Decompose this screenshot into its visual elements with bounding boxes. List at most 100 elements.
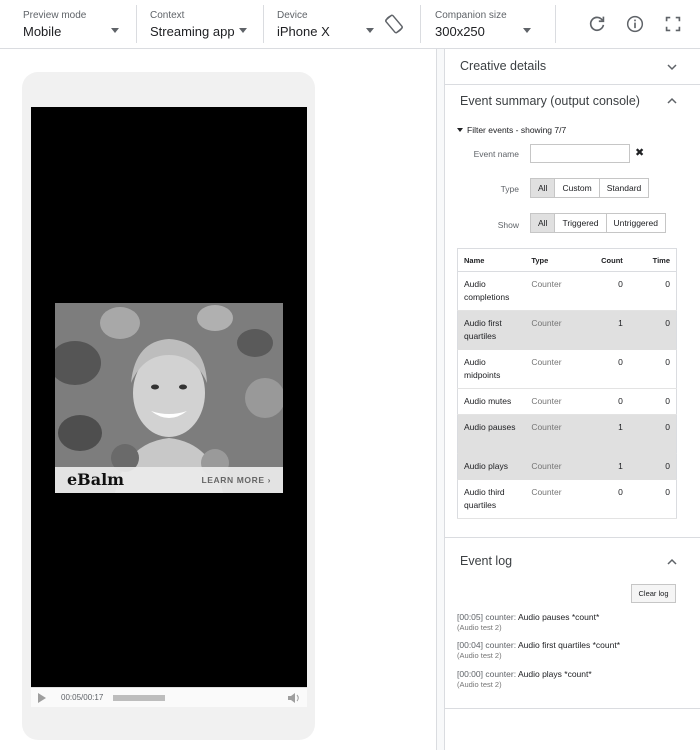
event-type-cell: Counter — [525, 453, 578, 480]
event-type-cell: Counter — [525, 388, 578, 415]
event-name-cell: Audio pauses — [457, 414, 526, 454]
event-name-cell: Audio first quartiles — [457, 310, 526, 350]
table-row[interactable]: Audio midpoints Counter 0 0 — [457, 349, 677, 389]
refresh-icon[interactable] — [586, 13, 608, 35]
event-summary-title[interactable]: Event summary (output console) — [460, 94, 640, 108]
log-entry: [00:05] counter: Audio pauses *count* (A… — [457, 612, 599, 632]
event-type-cell: Counter — [525, 310, 578, 350]
player-progress-bar[interactable] — [113, 695, 165, 701]
event-type-cell: Counter — [525, 349, 578, 389]
type-filter-label: Type — [500, 184, 519, 194]
log-entry-meta: [00:04] counter: — [457, 640, 518, 650]
table-row[interactable]: Audio pauses Counter 1 0 — [457, 414, 677, 454]
volume-icon[interactable] — [287, 692, 301, 704]
show-filter-triggered[interactable]: Triggered — [554, 214, 606, 232]
event-time-cell: 0 — [628, 453, 677, 480]
section-divider — [445, 84, 700, 85]
event-name-cell: Audio plays — [457, 453, 526, 480]
player-time: 00:05/00:17 — [61, 693, 104, 702]
companion-size-select[interactable]: Companion size 300x250 — [435, 0, 535, 48]
table-row[interactable]: Audio first quartiles Counter 1 0 — [457, 310, 677, 350]
top-toolbar: Preview mode Mobile Context Streaming ap… — [0, 0, 700, 49]
event-name-input[interactable] — [530, 144, 630, 163]
log-entry-meta: [00:05] counter: — [457, 612, 518, 622]
column-header-name[interactable]: Name — [457, 248, 526, 272]
event-time-cell: 0 — [628, 271, 677, 311]
type-filter-standard[interactable]: Standard — [598, 179, 649, 197]
event-name-cell: Audio midpoints — [457, 349, 526, 389]
show-filter-group: All Triggered Untriggered — [530, 213, 666, 233]
ad-brand-logo: eBalm — [67, 470, 125, 489]
table-row[interactable]: Audio completions Counter 0 0 — [457, 271, 677, 311]
column-header-time[interactable]: Time — [628, 248, 677, 272]
event-time-cell: 0 — [628, 388, 677, 415]
event-name-cell: Audio third quartiles — [457, 479, 526, 519]
device-value: iPhone X — [277, 24, 330, 39]
context-select[interactable]: Context Streaming app — [150, 0, 250, 48]
log-entry-event: Audio plays *count* — [517, 669, 592, 679]
table-header-row: Name Type Count Time — [457, 248, 677, 272]
event-time-cell: 0 — [628, 479, 677, 519]
clear-log-button[interactable]: Clear log — [631, 584, 676, 603]
preview-mode-value: Mobile — [23, 24, 62, 39]
preview-mode-select[interactable]: Preview mode Mobile — [23, 0, 123, 48]
table-row[interactable]: Audio third quartiles Counter 0 0 — [457, 479, 677, 519]
section-divider — [445, 708, 700, 709]
context-label: Context — [150, 10, 185, 21]
type-filter-all[interactable]: All — [531, 179, 555, 197]
event-name-cell: Audio mutes — [457, 388, 526, 415]
type-filter-group: All Custom Standard — [530, 178, 650, 198]
show-filter-untriggered[interactable]: Untriggered — [605, 214, 665, 232]
preview-mode-label: Preview mode — [23, 10, 87, 21]
table-row[interactable]: Audio plays Counter 1 0 — [457, 453, 677, 480]
table-row[interactable]: Audio mutes Counter 0 0 — [457, 388, 677, 415]
event-count-cell: 0 — [577, 479, 629, 519]
caret-down-icon — [457, 128, 463, 132]
rotate-device-icon[interactable] — [383, 13, 405, 35]
event-time-cell: 0 — [628, 310, 677, 350]
play-icon[interactable] — [38, 693, 46, 703]
event-type-cell: Counter — [525, 271, 578, 311]
ad-learn-more-link[interactable]: LEARN MORE › — [201, 475, 271, 485]
log-entry-meta: [00:00] counter: — [457, 669, 518, 679]
player-controls: 00:05/00:17 — [31, 687, 307, 707]
column-header-type[interactable]: Type — [525, 248, 578, 272]
event-type-cell: Counter — [525, 414, 578, 454]
info-icon[interactable] — [624, 13, 646, 35]
device-select[interactable]: Device iPhone X — [277, 0, 377, 48]
right-panel: Creative details Event summary (output c… — [445, 49, 700, 750]
chevron-up-icon[interactable] — [666, 97, 678, 105]
event-log-title[interactable]: Event log — [460, 554, 512, 568]
chevron-down-icon — [111, 28, 119, 33]
chevron-down-icon[interactable] — [666, 63, 678, 71]
filter-events-toggle[interactable]: Filter events - showing 7/7 — [457, 125, 566, 135]
toolbar-divider — [420, 5, 421, 43]
companion-ad[interactable]: eBalm LEARN MORE › — [55, 303, 283, 493]
log-entry: [00:00] counter: Audio plays *count* (Au… — [457, 669, 592, 689]
event-name-cell: Audio completions — [457, 271, 526, 311]
section-divider — [445, 537, 700, 538]
chevron-down-icon — [523, 28, 531, 33]
ad-photo — [55, 303, 283, 493]
filter-events-label: Filter events - showing 7/7 — [467, 125, 567, 135]
column-header-count[interactable]: Count — [577, 248, 629, 272]
chevron-up-icon[interactable] — [666, 558, 678, 566]
toolbar-divider — [555, 5, 556, 43]
clear-filter-icon[interactable]: ✖ — [635, 146, 644, 159]
log-entry-event: Audio first quartiles *count* — [517, 640, 621, 650]
show-filter-all[interactable]: All — [531, 214, 555, 232]
creative-details-title[interactable]: Creative details — [460, 59, 546, 73]
toolbar-divider — [136, 5, 137, 43]
fullscreen-icon[interactable] — [662, 13, 684, 35]
event-name-label: Event name — [473, 149, 519, 159]
companion-size-label: Companion size — [435, 10, 507, 21]
companion-size-value: 300x250 — [435, 24, 485, 39]
event-time-cell: 0 — [628, 349, 677, 389]
event-count-cell: 1 — [577, 414, 629, 454]
type-filter-custom[interactable]: Custom — [554, 179, 599, 197]
chevron-down-icon — [366, 28, 374, 33]
event-count-cell: 0 — [577, 271, 629, 311]
panel-divider[interactable] — [436, 49, 445, 750]
event-type-cell: Counter — [525, 479, 578, 519]
event-count-cell: 1 — [577, 310, 629, 350]
